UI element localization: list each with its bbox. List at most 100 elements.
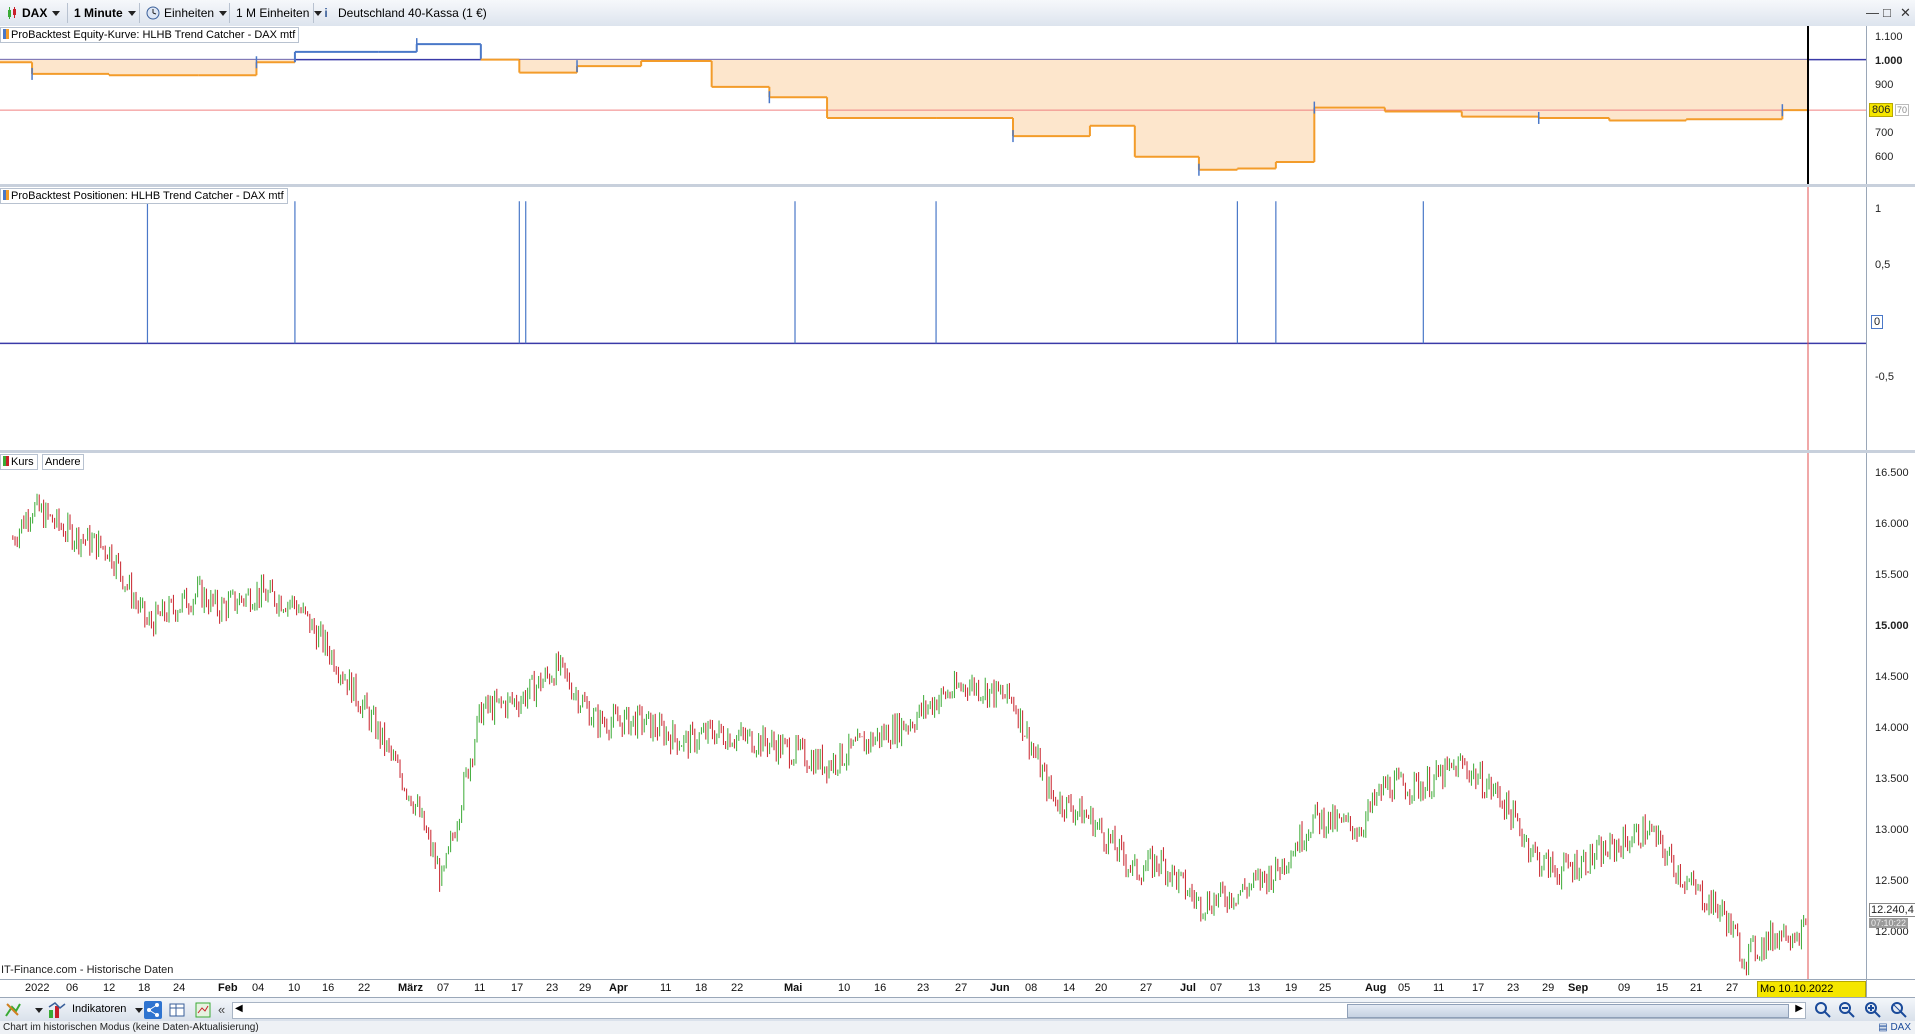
- y-tick: 1: [1875, 203, 1882, 215]
- chevron-down-icon[interactable]: [135, 1008, 143, 1013]
- positions-panel-label[interactable]: ProBacktest Positionen: HLHB Trend Catch…: [0, 188, 288, 204]
- chevron-down-icon[interactable]: [35, 1008, 43, 1013]
- x-tick-label: 15: [1656, 982, 1669, 994]
- y-tick: 600: [1875, 151, 1894, 163]
- y-tick: 1.000: [1875, 55, 1903, 67]
- dax-link[interactable]: ▤ DAX: [1878, 1021, 1911, 1034]
- positions-swatch-icon: [3, 190, 9, 200]
- x-tick-label: 2022: [25, 982, 50, 994]
- units-count-selector[interactable]: 1 M Einheiten: [230, 3, 323, 23]
- x-tick-label: 17: [1472, 982, 1485, 994]
- x-tick-label: 22: [358, 982, 371, 994]
- y-tick: 0,5: [1875, 259, 1891, 271]
- interval-label: 1 Minute: [74, 6, 123, 20]
- x-tick-label: 23: [1507, 982, 1520, 994]
- time-axis[interactable]: 2022 06 12 18 24 Feb 04 10 16 22 März 07 11 17 23 29 Apr…: [0, 979, 1866, 1010]
- equity-panel[interactable]: ProBacktest Equity-Kurve: HLHB Trend Cat…: [0, 26, 1866, 184]
- equity-panel-label[interactable]: ProBacktest Equity-Kurve: HLHB Trend Cat…: [0, 27, 300, 43]
- y-tick: 16.000: [1875, 518, 1909, 530]
- chevron-down-icon: [219, 11, 228, 17]
- x-tick-label: 27: [1726, 982, 1739, 994]
- y-tick: 15.000: [1875, 620, 1909, 632]
- kurs-label: Kurs: [11, 456, 34, 468]
- price-swatch-icon: [3, 456, 9, 466]
- y-tick: 13.000: [1875, 824, 1909, 836]
- indicators-icon[interactable]: [48, 1001, 66, 1019]
- close-icon[interactable]: ✕: [1900, 5, 1911, 21]
- chevron-down-icon: [127, 11, 136, 17]
- layout-icon[interactable]: [194, 1001, 212, 1019]
- y-tick: 1.100: [1875, 31, 1903, 43]
- andere-label[interactable]: Andere: [42, 454, 85, 470]
- x-tick-label: 11: [474, 982, 486, 994]
- zoom-fit-icon[interactable]: [1814, 1001, 1832, 1019]
- interval-selector[interactable]: 1 Minute: [68, 3, 140, 23]
- x-tick-label: Jun: [990, 982, 1010, 994]
- x-tick-label: Jul: [1180, 982, 1196, 994]
- equity-chart: [0, 26, 1866, 184]
- instrument-info[interactable]: i Deutschland 40-Kassa (1 €): [314, 3, 486, 23]
- scroll-left-icon[interactable]: ◀: [235, 1003, 243, 1014]
- x-tick-label: 17: [511, 982, 524, 994]
- instrument-selector[interactable]: DAX: [0, 3, 68, 23]
- y-tick: 700: [1875, 127, 1894, 139]
- price-panel[interactable]: Kurs Andere IT-Finance.com - Historische…: [0, 453, 1866, 979]
- horizontal-scrollbar[interactable]: ◀ ▶: [232, 1002, 1806, 1019]
- y-tick: 14.500: [1875, 671, 1909, 683]
- x-tick-label: 10: [838, 982, 851, 994]
- x-tick-label: Aug: [1365, 982, 1387, 994]
- zoom-out-icon[interactable]: [1838, 1001, 1856, 1019]
- status-bar: Chart im historischen Modus (keine Daten…: [0, 1021, 1915, 1034]
- axis-corner: [1866, 979, 1915, 998]
- x-tick-label: 23: [546, 982, 559, 994]
- share-icon[interactable]: [144, 1001, 162, 1019]
- draw-tools-icon[interactable]: [4, 1001, 22, 1019]
- price-panel-label[interactable]: Kurs: [0, 454, 38, 470]
- bottom-toolbar: Indikatoren « ◀ ▶: [0, 997, 1915, 1022]
- x-tick-label: 21: [1690, 982, 1703, 994]
- positions-panel[interactable]: ProBacktest Positionen: HLHB Trend Catch…: [0, 187, 1866, 450]
- table-icon[interactable]: [168, 1001, 186, 1019]
- scrollbar-thumb[interactable]: [1347, 1004, 1789, 1018]
- x-tick-label: 07: [1210, 982, 1223, 994]
- collapse-left-icon[interactable]: «: [218, 1002, 225, 1017]
- minimize-icon[interactable]: —: [1866, 5, 1879, 20]
- scroll-right-icon[interactable]: ▶: [1795, 1003, 1803, 1014]
- zoom-in-icon[interactable]: [1864, 1001, 1882, 1019]
- info-icon[interactable]: i: [320, 3, 332, 23]
- x-tick-label: 16: [874, 982, 887, 994]
- top-toolbar: DAX 1 Minute Einheiten 1 M Einheiten i De…: [0, 0, 1915, 27]
- price-chart: [12, 453, 1809, 979]
- y-tick: 15.500: [1875, 569, 1909, 581]
- last-price-badge: 12.240,4: [1869, 903, 1915, 917]
- x-tick-label: 27: [955, 982, 968, 994]
- y-tick: 14.000: [1875, 722, 1909, 734]
- x-tick-label: 29: [1542, 982, 1555, 994]
- x-tick-label: 14: [1063, 982, 1076, 994]
- indicators-button[interactable]: Indikatoren: [72, 1003, 126, 1015]
- x-tick-label: 19: [1285, 982, 1298, 994]
- positions-chart: [0, 187, 1866, 450]
- equity-y-axis[interactable]: 1.100 1.000 900 806 70 700 600: [1866, 26, 1915, 184]
- instrument-label: DAX: [22, 6, 48, 20]
- positions-y-axis[interactable]: 1 0,5 0 -0,5: [1866, 187, 1915, 450]
- x-tick-label: Feb: [218, 982, 238, 994]
- units-count-label: 1 M Einheiten: [236, 6, 310, 20]
- x-tick-label: 18: [695, 982, 708, 994]
- x-tick-label: 10: [288, 982, 301, 994]
- y-tick: 0: [1871, 315, 1884, 329]
- last-time-badge: 07:10:22: [1869, 918, 1909, 928]
- x-tick-label: Mai: [784, 982, 803, 994]
- x-tick-label: März: [398, 982, 424, 994]
- zoom-reset-icon[interactable]: [1890, 1001, 1908, 1019]
- x-tick-label: 08: [1025, 982, 1038, 994]
- x-tick-label: 06: [66, 982, 79, 994]
- x-tick-label: 20: [1095, 982, 1108, 994]
- units-selector[interactable]: Einheiten: [140, 3, 230, 23]
- price-y-axis[interactable]: 16.500 16.000 15.500 15.000 14.500 14.00…: [1866, 453, 1915, 979]
- y-tick: 12.500: [1875, 875, 1909, 887]
- x-tick-label: 18: [138, 982, 151, 994]
- maximize-icon[interactable]: □: [1883, 5, 1891, 20]
- equity-label-text: ProBacktest Equity-Kurve: HLHB Trend Cat…: [11, 29, 296, 41]
- x-tick-label: 29: [579, 982, 592, 994]
